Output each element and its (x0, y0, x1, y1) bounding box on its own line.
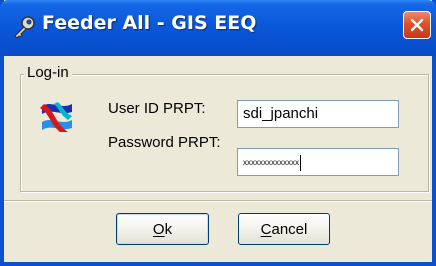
cancel-button-label: ancel (271, 220, 308, 238)
ok-button-label: k (164, 220, 173, 238)
window-title: Feeder All - GIS EEQ (42, 12, 257, 34)
ok-button-mnemonic: O (152, 220, 165, 238)
close-button[interactable] (403, 11, 431, 39)
password-input[interactable]: xxxxxxxxxxxxxx (237, 148, 399, 176)
key-icon (14, 16, 35, 39)
ok-button[interactable]: Ok (116, 213, 209, 245)
login-group-legend: Log-in (24, 64, 72, 81)
user-id-input[interactable]: sdi_jpanchi (237, 100, 399, 128)
password-value: xxxxxxxxxxxxxx (243, 158, 299, 168)
user-id-value: sdi_jpanchi (243, 105, 319, 122)
app-logo-icon (40, 102, 72, 132)
cancel-button-mnemonic: C (260, 220, 272, 238)
password-label: Password PRPT: (108, 134, 221, 151)
dialog-window: Feeder All - GIS EEQ Log-in User ID PRPT… (0, 0, 436, 266)
text-caret (300, 155, 301, 171)
title-bar[interactable]: Feeder All - GIS EEQ (0, 0, 436, 56)
close-icon (410, 18, 424, 32)
user-id-label: User ID PRPT: (108, 100, 206, 117)
button-separator (4, 200, 432, 202)
cancel-button[interactable]: Cancel (238, 213, 330, 245)
